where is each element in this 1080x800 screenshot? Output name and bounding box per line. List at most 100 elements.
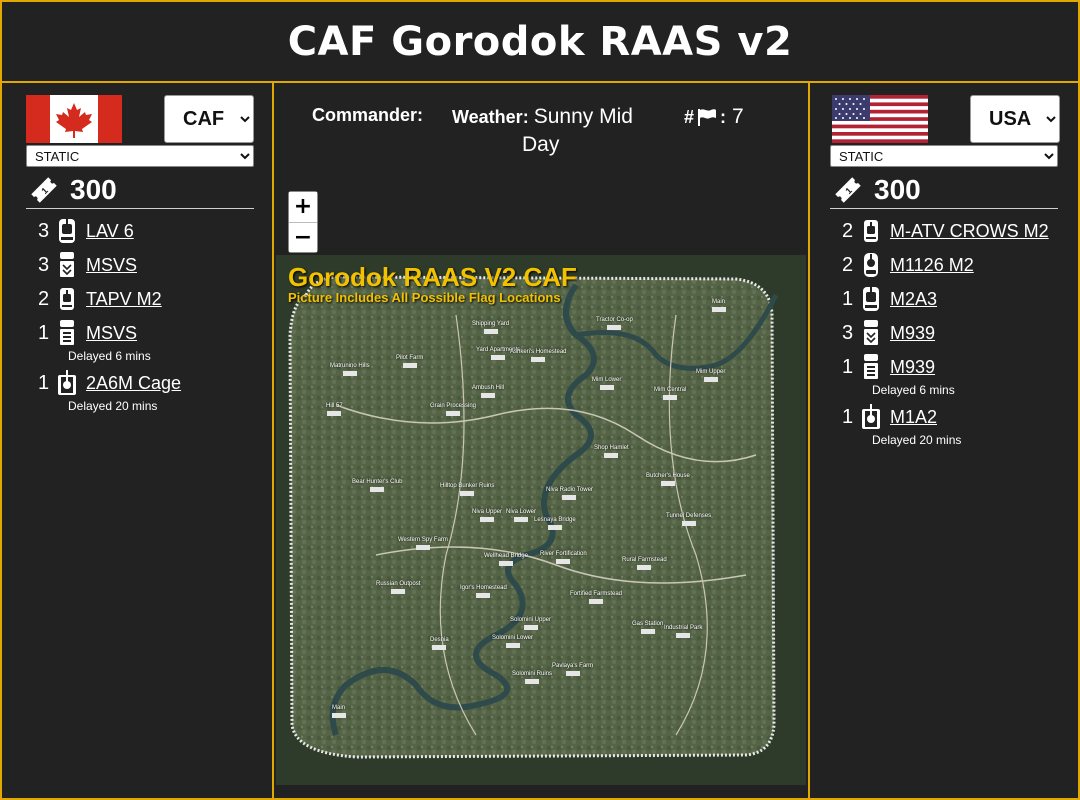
vehicle-count: 1: [38, 321, 50, 344]
map-location-label: Shop Hamlet: [594, 445, 629, 458]
vehicle-list-item: 3 M939: [842, 319, 1072, 347]
map-location-label: Hill 57: [326, 403, 343, 416]
map-location-label: Tractor Co-op: [596, 317, 633, 330]
map-location-label: Bear Hunter's Club: [352, 479, 403, 492]
map-location-label: Pilot Farm: [396, 355, 423, 368]
vehicle-list-item: 2 M1126 M2: [842, 251, 1072, 279]
vehicle-list-item: 1 M939 Delayed 6 mins: [842, 353, 1072, 397]
commander-label: Commander:: [312, 105, 424, 125]
vehicle-list-item: 1 MSVS Delayed 6 mins: [38, 319, 268, 363]
right-faction-header: USA: [830, 95, 1060, 145]
weather-label: Weather:: [452, 107, 529, 127]
vehicle-name-link[interactable]: M-ATV CROWS M2: [890, 221, 1049, 242]
match-info-bar: Commander: Weather: Sunny Mid Day # : 7: [274, 83, 808, 183]
vehicle-row: 3 M939: [842, 319, 1072, 347]
flag-count-hash: #: [684, 106, 695, 127]
map-location-label: Niva Upper: [472, 509, 502, 522]
vehicle-list-item: 3 LAV 6: [38, 217, 268, 245]
map-location-label: Shipping Yard: [472, 321, 509, 334]
zoom-out-button[interactable]: −: [289, 222, 317, 252]
vehicle-count: 1: [842, 355, 854, 378]
map-location-label: Mim Lower: [592, 377, 621, 390]
zoom-in-button[interactable]: +: [289, 192, 317, 222]
flag-count-info: # : 7: [684, 105, 744, 129]
ticket-icon: 1: [835, 176, 861, 203]
vehicle-name-link[interactable]: M1126 M2: [890, 255, 974, 276]
vehicle-list-item: 2 TAPV M2: [38, 285, 268, 313]
left-faction-header: CAF: [24, 95, 254, 145]
vehicle-count: 2: [842, 219, 854, 242]
left-faction-panel: CAF STATIC 1 300 3 LAV 6 3 MSVS 2 TAPV M2 1 MSV…: [2, 83, 274, 800]
map-location-label: Wellhead Bridge: [484, 553, 528, 566]
map-location-label: Main: [332, 705, 346, 718]
armored-car-icon: [860, 217, 882, 245]
map-location-label: Lesnaya Bridge: [534, 517, 576, 530]
vehicle-row: 1 M1A2: [842, 403, 1072, 431]
vehicle-row: 2 TAPV M2: [38, 285, 268, 313]
map-location-label: Gas Station: [632, 621, 663, 634]
map-location-label: Butcher's House: [646, 473, 690, 486]
right-vehicle-list: 2 M-ATV CROWS M2 2 M1126 M2 1 M2A3 3 M939 1 M939 D…: [842, 217, 1072, 453]
vehicle-name-link[interactable]: M939: [890, 323, 935, 344]
map-location-label: Fortified Farmstead: [570, 591, 622, 604]
apc-icon: [860, 251, 882, 279]
map-location-label: Pavlaya's Farm: [552, 663, 593, 676]
header: CAF Gorodok RAAS v2: [2, 2, 1078, 83]
map-location-label: Desnia: [430, 637, 449, 650]
map-location-label: Hilltop Bunker Ruins: [440, 483, 494, 496]
map-overlay-title: Gorodok RAAS V2 CAF Picture Includes All…: [288, 263, 577, 305]
tank-icon: [860, 403, 882, 431]
right-tickets: 1 300: [830, 171, 1058, 209]
vehicle-row: 1 2A6M Cage: [38, 369, 268, 397]
vehicle-name-link[interactable]: MSVS: [86, 323, 137, 344]
vehicle-list-item: 3 MSVS: [38, 251, 268, 279]
vehicle-name-link[interactable]: MSVS: [86, 255, 137, 276]
vehicle-name-link[interactable]: LAV 6: [86, 221, 134, 242]
right-faction-panel: USA STATIC 1 300 2 M-ATV CROWS M2 2 M1126 M…: [808, 83, 1078, 800]
map-location-label: Solomini Upper: [510, 617, 551, 630]
vehicle-count: 1: [842, 405, 854, 428]
vehicle-name-link[interactable]: M2A3: [890, 289, 937, 310]
page-title: CAF Gorodok RAAS v2: [287, 18, 793, 65]
left-vehicle-list: 3 LAV 6 3 MSVS 2 TAPV M2 1 MSVS Delayed 6 mins 1 2…: [38, 217, 268, 419]
map-title-text: Gorodok RAAS V2 CAF: [288, 262, 577, 292]
map-location-label: Mim Central: [654, 387, 686, 400]
vehicle-row: 2 M-ATV CROWS M2: [842, 217, 1072, 245]
vehicle-name-link[interactable]: 2A6M Cage: [86, 373, 181, 394]
vehicle-count: 3: [38, 219, 50, 242]
vehicle-list-item: 2 M-ATV CROWS M2: [842, 217, 1072, 245]
vehicle-count: 3: [842, 321, 854, 344]
vehicle-name-link[interactable]: M939: [890, 357, 935, 378]
map-image[interactable]: Gorodok RAAS V2 CAF Picture Includes All…: [276, 255, 806, 785]
left-faction-select[interactable]: CAF: [164, 95, 254, 143]
right-faction-select[interactable]: USA: [970, 95, 1060, 143]
vehicle-row: 1 M2A3: [842, 285, 1072, 313]
left-mode-select[interactable]: STATIC: [26, 145, 254, 167]
vehicle-name-link[interactable]: M1A2: [890, 407, 937, 428]
map-location-label: Main: [712, 299, 726, 312]
right-mode-select[interactable]: STATIC: [830, 145, 1058, 167]
left-ticket-count: 300: [70, 173, 117, 205]
vehicle-delay: Delayed 6 mins: [872, 383, 955, 397]
weather-value: Sunny Mid: [533, 105, 633, 128]
flag-count-value: 7: [732, 105, 744, 128]
usa-flag-icon: [832, 95, 928, 143]
vehicle-count: 2: [842, 253, 854, 276]
weather-value-line2: Day: [522, 133, 560, 156]
map-location-label: River Fortification: [540, 551, 587, 564]
vehicle-row: 1 MSVS: [38, 319, 268, 347]
vehicle-name-link[interactable]: TAPV M2: [86, 289, 162, 310]
map-location-label: Ashkeri's Homestead: [510, 349, 567, 362]
map-location-label: Rural Farmstead: [622, 557, 667, 570]
map-location-label: Grain Processing: [430, 403, 476, 416]
map-location-label: Matrunino Hills: [330, 363, 370, 376]
vehicle-delay: Delayed 6 mins: [68, 349, 151, 363]
canada-flag-icon: [26, 95, 122, 143]
flag-icon: [698, 109, 717, 126]
map-location-label: Solomini Lower: [492, 635, 533, 648]
logistics-truck-icon: [56, 251, 78, 279]
vehicle-count: 1: [842, 287, 854, 310]
vehicle-count: 2: [38, 287, 50, 310]
vehicle-row: 2 M1126 M2: [842, 251, 1072, 279]
vehicle-delay: Delayed 20 mins: [68, 399, 158, 413]
